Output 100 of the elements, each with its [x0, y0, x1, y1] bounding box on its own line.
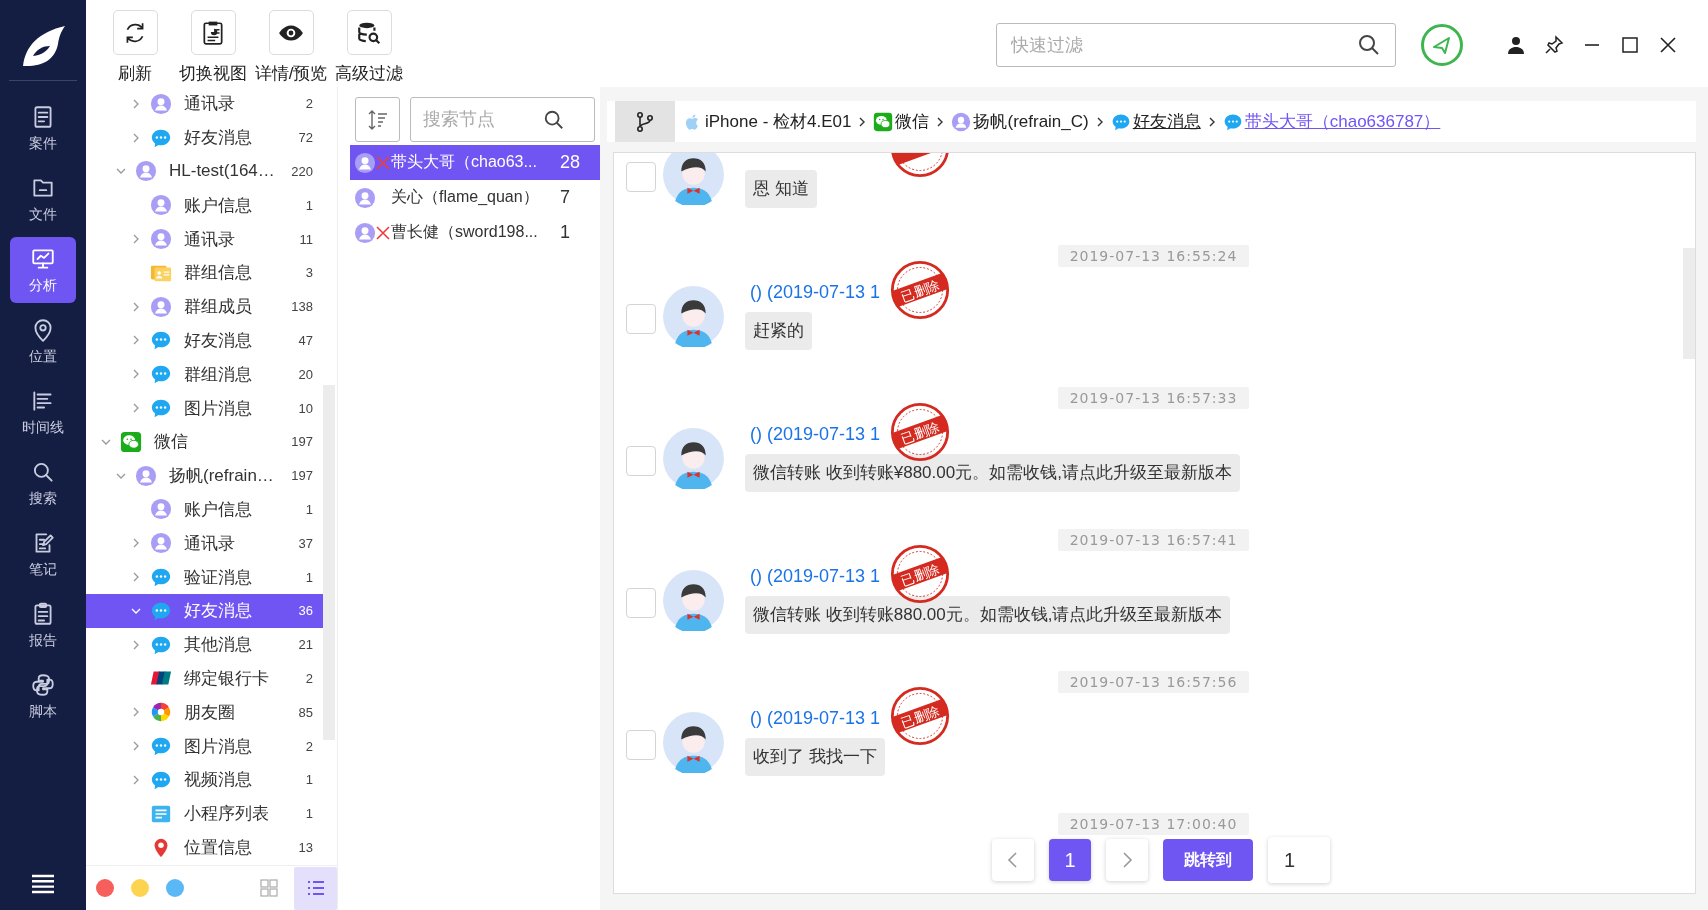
account-icon[interactable]: [1506, 35, 1526, 55]
tree-row[interactable]: 图片消息 2: [86, 729, 323, 763]
checkbox[interactable]: [626, 730, 656, 760]
tree-row[interactable]: 扬帆(refrain… 197: [86, 458, 323, 493]
script-icon: [30, 671, 56, 698]
tree-row[interactable]: 其他消息 21: [86, 627, 323, 662]
nav-item[interactable]: 分析: [10, 237, 76, 303]
toolbar-button[interactable]: 详情/预览: [252, 0, 330, 85]
tree-row[interactable]: 绑定银行卡 2: [86, 661, 323, 696]
tree-row[interactable]: 账户信息 1: [86, 188, 323, 223]
search-icon: [1357, 33, 1381, 57]
tree-row[interactable]: 好友消息 72: [86, 120, 323, 155]
tree-row[interactable]: 验证消息 1: [86, 560, 323, 594]
tree-row[interactable]: 群组消息 20: [86, 357, 323, 392]
nav-item[interactable]: 案件: [10, 95, 76, 161]
person-icon: [150, 194, 172, 217]
item-count: 10: [298, 400, 313, 416]
person-icon: [354, 221, 376, 244]
jump-button[interactable]: 跳转到: [1163, 839, 1253, 881]
checkbox[interactable]: [626, 162, 656, 192]
nav-item[interactable]: 笔记: [10, 521, 76, 587]
item-count: 1: [305, 569, 313, 585]
nav-item[interactable]: 时间线: [10, 379, 76, 445]
item-count: 21: [298, 637, 313, 653]
nav-item[interactable]: 位置: [10, 308, 76, 374]
search-input[interactable]: 搜索节点: [423, 109, 543, 130]
breadcrumb-link[interactable]: 扬帆(refrain_C): [951, 110, 1089, 133]
chat-bubble-icon: [150, 735, 172, 758]
tree-row[interactable]: 群组信息 3: [86, 256, 323, 290]
tree-row[interactable]: 好友消息 47: [86, 323, 323, 358]
node-row[interactable]: 关心（flame_quan） 7: [350, 180, 600, 215]
pin-icon[interactable]: [1544, 35, 1564, 55]
tree-label: 通讯录: [184, 532, 236, 555]
tree-label: 其他消息: [184, 634, 253, 657]
avatar: [663, 712, 724, 773]
avatar: [663, 428, 724, 489]
tree-row[interactable]: 通讯录 37: [86, 526, 323, 561]
toolbar-button[interactable]: 高级过滤: [330, 0, 408, 85]
toolbar-button[interactable]: 刷新: [96, 0, 174, 85]
node-row[interactable]: 曹长健（sword198... 1: [350, 215, 600, 250]
color-dot[interactable]: [166, 879, 184, 897]
nav-item[interactable]: 文件: [10, 166, 76, 232]
checkbox[interactable]: [626, 446, 656, 476]
timestamp: 2019-07-13 16:57:41: [1057, 529, 1250, 551]
nav-item[interactable]: 搜索: [10, 450, 76, 516]
tree-row[interactable]: 通讯录 2: [86, 87, 323, 121]
color-dot[interactable]: [131, 879, 149, 897]
branch-button[interactable]: [615, 101, 675, 142]
view-toggle[interactable]: [294, 866, 337, 910]
page-input[interactable]: 1: [1268, 837, 1330, 883]
breadcrumb-link[interactable]: 带头大哥（chao636787）: [1222, 110, 1441, 133]
tree-row[interactable]: 位置信息 13: [86, 830, 323, 865]
nav-item[interactable]: 脚本: [10, 663, 76, 729]
color-dot[interactable]: [96, 879, 114, 897]
tree-label: 图片消息: [184, 397, 253, 420]
item-count: 2: [305, 670, 313, 686]
tree-label: 图片消息: [184, 735, 253, 758]
tree-row[interactable]: 视频消息 1: [86, 762, 323, 797]
page-button[interactable]: 1: [1049, 839, 1091, 881]
checkbox[interactable]: [626, 588, 656, 618]
tree-row[interactable]: HL-test(164… 220: [86, 154, 323, 189]
filter-field[interactable]: 快速过滤: [996, 23, 1396, 67]
breadcrumb-link[interactable]: 微信: [873, 110, 930, 133]
tree-row[interactable]: 小程序列表 1: [86, 796, 323, 831]
toolbar-button[interactable]: 切换视图: [174, 0, 252, 85]
scrollbar[interactable]: [1683, 248, 1695, 359]
item-count: 1: [305, 197, 313, 213]
person-icon: [150, 532, 172, 555]
tree-row[interactable]: 通讯录 11: [86, 222, 323, 256]
deleted-stamp: 已删除: [890, 402, 950, 462]
sort-button[interactable]: [355, 97, 400, 142]
item-count: 197: [291, 434, 313, 450]
maximize-icon[interactable]: [1620, 35, 1640, 55]
tree-row[interactable]: 好友消息 36: [86, 593, 323, 628]
menu-icon[interactable]: [31, 874, 55, 894]
filter-input[interactable]: 快速过滤: [1011, 34, 1357, 56]
tree-row[interactable]: 群组成员 138: [86, 289, 323, 324]
deleted-stamp: 已删除: [890, 686, 950, 746]
tree-row[interactable]: 微信 197: [86, 424, 323, 459]
scrollbar[interactable]: [323, 385, 335, 740]
chat-bubble-icon: [150, 397, 172, 420]
deleted-stamp: 已删除: [890, 260, 950, 320]
nav-item[interactable]: 报告: [10, 592, 76, 658]
breadcrumb-link[interactable]: 好友消息: [1110, 110, 1201, 133]
item-count: 197: [291, 468, 313, 484]
breadcrumb-link[interactable]: iPhone - 检材4.E01: [683, 110, 852, 133]
tree-label: 好友消息: [184, 329, 253, 352]
item-count: 28: [560, 152, 582, 173]
item-count: 138: [291, 299, 313, 315]
tree-row[interactable]: 图片消息 10: [86, 391, 323, 425]
search-field[interactable]: 搜索节点: [410, 97, 595, 142]
person-icon: [135, 464, 157, 487]
chevron-icon: [1095, 115, 1104, 128]
paper-plane-icon[interactable]: [1420, 23, 1464, 67]
node-row[interactable]: 带头大哥（chao63... 28: [350, 145, 600, 180]
list-view-icon: [305, 878, 326, 898]
checkbox[interactable]: [626, 304, 656, 334]
close-icon[interactable]: [1658, 35, 1678, 55]
tree-row[interactable]: 朋友圈 85: [86, 695, 323, 730]
tree-row[interactable]: 账户信息 1: [86, 492, 323, 527]
